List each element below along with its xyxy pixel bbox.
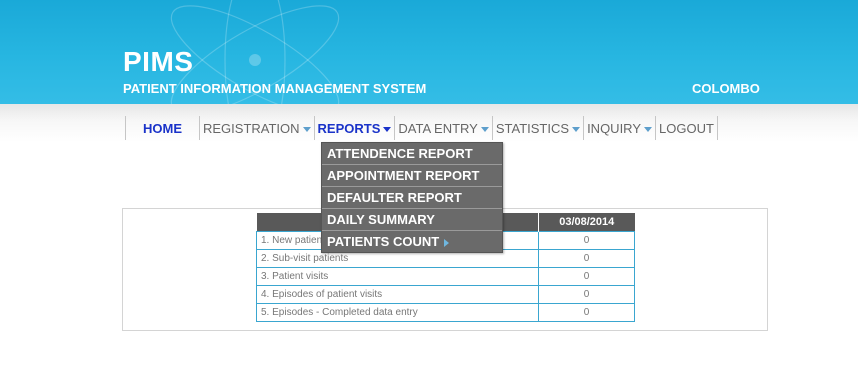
- nav-item-label: REPORTS: [317, 120, 381, 136]
- row-label: 5. Episodes - Completed data entry: [256, 303, 539, 322]
- menu-item-label: DAILY SUMMARY: [327, 212, 435, 227]
- menu-item-label: APPOINTMENT REPORT: [327, 168, 480, 183]
- chevron-down-icon: [302, 126, 311, 132]
- app-subtitle: PATIENT INFORMATION MANAGEMENT SYSTEM: [123, 81, 427, 96]
- date-column-header: 03/08/2014: [538, 213, 635, 232]
- menu-item-label: PATIENTS COUNT: [327, 234, 440, 249]
- row-value: 0: [538, 267, 635, 286]
- nav-item-inquiry[interactable]: INQUIRY: [584, 116, 656, 140]
- menu-item-appointment-report[interactable]: APPOINTMENT REPORT: [322, 165, 502, 187]
- chevron-down-icon: [644, 126, 652, 132]
- chevron-down-icon: [480, 126, 489, 132]
- row-value: 0: [538, 285, 635, 304]
- nav-item-statistics[interactable]: STATISTICS: [493, 116, 585, 140]
- menu-item-daily-summary[interactable]: DAILY SUMMARY: [322, 209, 502, 231]
- nav-item-data-entry[interactable]: DATA ENTRY: [395, 116, 493, 140]
- menu-item-patients-count[interactable]: PATIENTS COUNT: [322, 231, 502, 252]
- nav-item-label: INQUIRY: [587, 120, 641, 136]
- main-menu: HOME REGISTRATION REPORTS DATA ENTRY STATIST…: [125, 116, 718, 140]
- chevron-down-icon: [572, 126, 581, 132]
- table-row: 5. Episodes - Completed data entry 0: [256, 303, 635, 322]
- location-label: COLOMBO: [692, 81, 760, 96]
- nav-item-home[interactable]: HOME: [126, 116, 200, 140]
- table-row: 4. Episodes of patient visits 0: [256, 285, 635, 304]
- table-row: 3. Patient visits 0: [256, 267, 635, 286]
- nav-item-label: DATA ENTRY: [398, 120, 478, 136]
- chevron-down-icon: [383, 126, 392, 132]
- menu-item-attendence-report[interactable]: ATTENDENCE REPORT: [322, 143, 502, 165]
- row-value: 0: [538, 231, 635, 250]
- menu-item-label: DEFAULTER REPORT: [327, 190, 462, 205]
- app-header: PIMS PATIENT INFORMATION MANAGEMENT SYST…: [0, 0, 858, 104]
- nav-item-label: REGISTRATION: [203, 120, 300, 136]
- reports-dropdown-menu: ATTENDENCE REPORT APPOINTMENT REPORT DEFAU…: [321, 142, 503, 253]
- app-brand: PIMS: [123, 46, 194, 77]
- nav-item-label: HOME: [143, 120, 182, 136]
- nav-item-registration[interactable]: REGISTRATION: [200, 116, 315, 140]
- navigation-bar: HOME REGISTRATION REPORTS DATA ENTRY STATIST…: [0, 104, 858, 142]
- row-value: 0: [538, 249, 635, 268]
- nav-item-reports[interactable]: REPORTS: [315, 116, 396, 140]
- nav-item-logout[interactable]: LOGOUT: [656, 116, 717, 140]
- menu-item-defaulter-report[interactable]: DEFAULTER REPORT: [322, 187, 502, 209]
- nav-item-label: LOGOUT: [659, 120, 714, 136]
- row-label: 4. Episodes of patient visits: [256, 285, 539, 304]
- row-label: 3. Patient visits: [256, 267, 539, 286]
- row-value: 0: [538, 303, 635, 322]
- chevron-right-icon: [444, 238, 450, 247]
- nav-item-label: STATISTICS: [495, 120, 570, 136]
- menu-item-label: ATTENDENCE REPORT: [327, 146, 473, 161]
